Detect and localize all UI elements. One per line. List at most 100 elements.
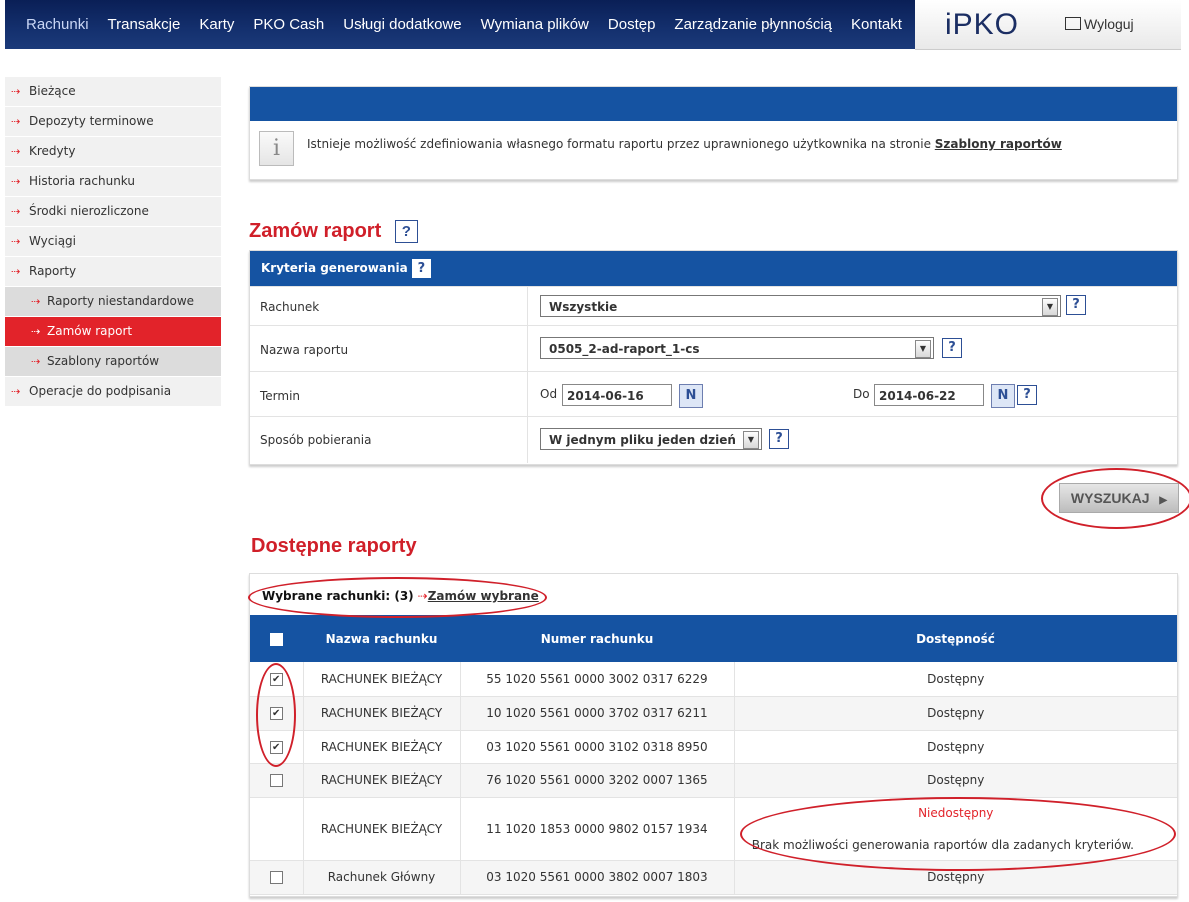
nav-karty[interactable]: Karty: [199, 16, 234, 33]
row-checkbox-cell: [250, 797, 303, 861]
sidebar-item-kredyty[interactable]: ⇢ Kredyty: [5, 137, 221, 167]
templates-link[interactable]: Szablony raportów: [935, 137, 1062, 151]
account-name: RACHUNEK BIEŻĄCY: [302, 730, 460, 764]
account-number: 03 1020 5561 0000 3102 0318 8950: [459, 730, 734, 764]
availability-status: Dostępny: [733, 730, 1177, 764]
help-icon[interactable]: ?: [1066, 295, 1086, 315]
arrow-right-icon: ⇢: [31, 295, 41, 308]
account-name: Rachunek Główny: [302, 860, 460, 895]
row-checkbox[interactable]: [269, 774, 283, 787]
criteria-form: Kryteria generowania ? Rachunek Wszystki…: [249, 250, 1178, 465]
nav-pko-cash[interactable]: PKO Cash: [253, 16, 324, 33]
nav-wymiana-plikow[interactable]: Wymiana plików: [481, 16, 589, 33]
sidebar-item-label: Historia rachunku: [29, 174, 135, 188]
arrow-right-icon: ⇢: [11, 235, 21, 248]
sidebar-item-label: Raporty niestandardowe: [47, 294, 195, 308]
criteria-title: Kryteria generowania: [261, 261, 408, 275]
row-term: Termin Od 2014-06-16 N Do 2014-06-22 N ?: [250, 371, 1177, 417]
account-number: 11 1020 1853 0000 9802 0157 1934: [459, 797, 734, 861]
sidebar-item-zamow-raport[interactable]: ⇢ Zamów raport: [5, 317, 221, 347]
sidebar-item-szablony[interactable]: ⇢ Szablony raportów: [5, 347, 221, 377]
account-name: RACHUNEK BIEŻĄCY: [302, 696, 460, 731]
sidebar-item-raporty[interactable]: ⇢ Raporty: [5, 257, 221, 287]
availability-status: Dostępny: [733, 696, 1177, 731]
date-to-input[interactable]: 2014-06-22: [874, 384, 984, 406]
select-all-checkbox[interactable]: [270, 632, 283, 646]
help-icon[interactable]: ?: [942, 338, 962, 358]
nav-dostep[interactable]: Dostęp: [608, 16, 656, 33]
nav-transakcje[interactable]: Transakcje: [108, 16, 181, 33]
sidebar-item-depozyty[interactable]: ⇢ Depozyty terminowe: [5, 107, 221, 137]
sidebar-item-srodki[interactable]: ⇢ Środki nierozliczone: [5, 197, 221, 227]
date-from-input[interactable]: 2014-06-16: [562, 384, 672, 406]
account-name: RACHUNEK BIEŻĄCY: [302, 662, 460, 697]
sidebar-item-operacje[interactable]: ⇢ Operacje do podpisania: [5, 377, 221, 407]
ipko-logo: iPKO: [945, 8, 1020, 41]
table-row: ✔ RACHUNEK BIEŻĄCY 10 1020 5561 0000 370…: [250, 696, 1177, 731]
sidebar-item-raporty-niestandardowe[interactable]: ⇢ Raporty niestandardowe: [5, 287, 221, 317]
chevron-down-icon: ▼: [1042, 298, 1058, 316]
nav-kontakt[interactable]: Kontakt: [851, 16, 902, 33]
reports-title: Dostępne raporty: [251, 535, 417, 557]
from-label: Od: [540, 387, 558, 401]
help-icon[interactable]: ?: [769, 429, 789, 449]
info-icon: i: [259, 131, 294, 166]
padlock-icon: [1065, 17, 1081, 30]
logout-link[interactable]: Wyloguj: [1065, 16, 1134, 32]
method-select[interactable]: W jednym pliku jeden dzień ▼: [540, 428, 762, 450]
info-header-bar: [250, 87, 1177, 121]
nav-uslugi-dodatkowe[interactable]: Usługi dodatkowe: [343, 16, 461, 33]
arrow-right-icon: ⇢: [31, 355, 41, 368]
nav-rachunki[interactable]: Rachunki: [26, 16, 89, 33]
highlight-ellipse: [1041, 468, 1189, 529]
account-number: 76 1020 5561 0000 3202 0007 1365: [459, 763, 734, 798]
sidebar-item-label: Raporty: [29, 264, 77, 278]
nav-zarzadzanie-plynnoscia[interactable]: Zarządzanie płynnością: [674, 16, 832, 33]
row-account: Rachunek Wszystkie ▼ ?: [250, 286, 1177, 326]
order-title: Zamów raport ?: [249, 220, 418, 244]
report-name-label: Nazwa raportu: [260, 343, 349, 357]
info-box: i Istnieje możliwość zdefiniowania własn…: [249, 86, 1178, 180]
column-separator: [527, 372, 528, 417]
sidebar-item-wyciagi[interactable]: ⇢ Wyciągi: [5, 227, 221, 257]
row-checkbox-cell: [250, 860, 303, 895]
calendar-icon[interactable]: N: [991, 384, 1015, 408]
method-label: Sposób pobierania: [260, 433, 372, 447]
calendar-icon[interactable]: N: [679, 384, 703, 408]
report-name-select[interactable]: 0505_2-ad-raport_1-cs ▼: [540, 337, 934, 359]
sidebar-item-historia[interactable]: ⇢ Historia rachunku: [5, 167, 221, 197]
help-icon[interactable]: ?: [411, 259, 431, 278]
sidebar-item-label: Bieżące: [29, 84, 76, 98]
account-number: 55 1020 5561 0000 3002 0317 6229: [459, 662, 734, 697]
arrow-right-icon: ⇢: [11, 265, 21, 278]
main-menu: Rachunki Transakcje Karty PKO Cash Usług…: [5, 0, 915, 49]
sidebar-item-biezace[interactable]: ⇢ Bieżące: [5, 77, 221, 107]
row-report-name: Nazwa raportu 0505_2-ad-raport_1-cs ▼ ?: [250, 325, 1177, 372]
column-separator: [527, 417, 528, 463]
account-name: RACHUNEK BIEŻĄCY: [302, 797, 460, 861]
column-header-availability: Dostępność: [734, 615, 1177, 662]
account-name: RACHUNEK BIEŻĄCY: [302, 763, 460, 798]
brand-area: iPKO Wyloguj: [915, 0, 1181, 50]
to-label: Do: [853, 387, 870, 401]
account-number: 10 1020 5561 0000 3702 0317 6211: [459, 696, 734, 731]
highlight-ellipse: [256, 663, 296, 767]
arrow-right-icon: ⇢: [11, 205, 21, 218]
help-icon[interactable]: ?: [394, 220, 418, 244]
term-label: Termin: [260, 389, 301, 403]
account-select[interactable]: Wszystkie ▼: [540, 295, 1061, 317]
account-select-value: Wszystkie: [549, 300, 618, 314]
availability-status: Dostępny: [733, 662, 1177, 697]
criteria-header: Kryteria generowania ?: [250, 251, 1177, 286]
sidebar-item-label: Wyciągi: [29, 234, 76, 248]
table-row: ✔ RACHUNEK BIEŻĄCY 03 1020 5561 0000 310…: [250, 730, 1177, 764]
arrow-right-icon: ⇢: [11, 85, 21, 98]
row-checkbox[interactable]: [269, 871, 283, 884]
table-header-row: Nazwa rachunku Numer rachunku Dostępność: [250, 615, 1177, 662]
top-navigation: Rachunki Transakcje Karty PKO Cash Usług…: [5, 0, 915, 49]
chevron-down-icon: ▼: [743, 431, 759, 449]
account-number: 03 1020 5561 0000 3802 0007 1803: [459, 860, 734, 895]
info-text: Istnieje możliwość zdefiniowania własneg…: [307, 137, 1062, 151]
help-icon[interactable]: ?: [1017, 385, 1037, 405]
sidebar-item-label: Środki nierozliczone: [29, 204, 149, 218]
